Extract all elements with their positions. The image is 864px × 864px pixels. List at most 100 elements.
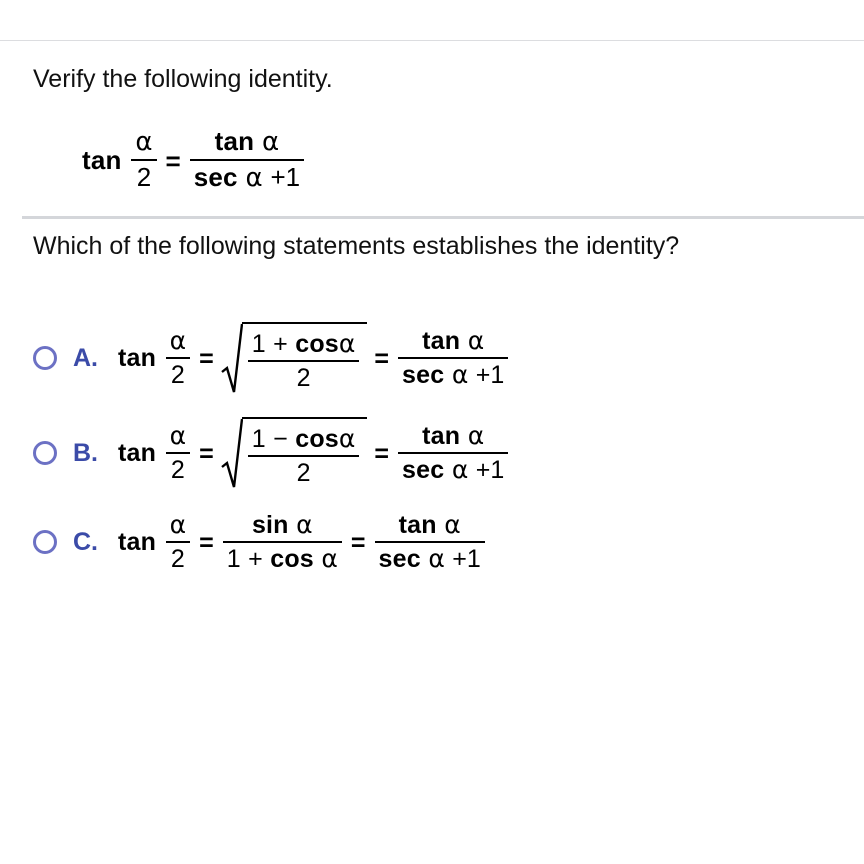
option-c-lhs-fraction: α 2 <box>165 510 191 573</box>
identity-lhs-denominator: 2 <box>136 162 152 193</box>
option-c-mid-denominator: 1 + cos α <box>223 544 342 574</box>
option-letter-c: C. <box>73 527 98 556</box>
option-b-rhs-numerator: tan α <box>418 422 488 451</box>
option-a-radicand-num-one: 1 <box>251 329 266 358</box>
option-b-lhs-function: tan <box>118 438 157 467</box>
option-b-rhs-num-function: tan <box>422 422 461 450</box>
fraction-bar <box>247 454 360 457</box>
option-b-radicand-fraction: 1− cosα 2 <box>247 423 360 487</box>
option-a-radicand: 1 + cosα 2 <box>241 322 368 394</box>
radical-icon <box>220 417 243 489</box>
option-b-lhs-fraction: α 2 <box>165 422 191 484</box>
option-b-radicand-num-sign: − <box>273 424 288 453</box>
option-a-rhs-num-argument: α <box>467 326 485 355</box>
identity-rhs-den-one: 1 <box>285 162 301 193</box>
identity-rhs-den-plus: + <box>270 162 286 193</box>
option-letter-b: B. <box>73 438 98 467</box>
option-b-rhs-den-plus: + <box>475 456 491 484</box>
option-c-mid-num-function: sin <box>251 511 289 539</box>
option-a-radicand-denominator: 2 <box>296 363 311 392</box>
option-b-radicand-numerator: 1− cosα <box>248 423 360 453</box>
fraction-bar <box>165 541 191 543</box>
identity-lhs-function: tan <box>82 144 122 175</box>
option-c-rhs-num-function: tan <box>398 511 437 539</box>
identity-lhs-numerator: α <box>135 127 153 157</box>
option-c-mid-num-argument: α <box>296 510 313 539</box>
option-a-equation: tan α 2 = 1 + cosα 2 = tan α sec α +1 <box>118 322 510 394</box>
radio-button-b[interactable] <box>33 441 57 465</box>
option-a-rhs-den-plus: + <box>475 361 491 389</box>
identity-rhs-denominator: sec α +1 <box>190 163 304 193</box>
answer-option-a[interactable]: A. tan α 2 = 1 + cosα 2 = tan α sec α +1 <box>33 322 510 394</box>
identity-lhs-fraction: α 2 <box>131 127 157 193</box>
option-c-lhs-function: tan <box>118 527 157 556</box>
option-b-rhs-den-argument: α <box>451 455 469 484</box>
answer-option-c[interactable]: C. tan α 2 = sin α 1 + cos α = tan α sec α +1 <box>33 511 487 573</box>
option-letter-a: A. <box>73 343 98 372</box>
option-b-radicand-num-argument: α <box>338 423 356 453</box>
option-c-rhs-den-function: sec <box>378 545 421 573</box>
option-a-lhs-function: tan <box>118 343 157 372</box>
option-a-rhs-denominator: sec α +1 <box>398 360 508 390</box>
fraction-bar <box>222 541 342 543</box>
option-a-rhs-den-argument: α <box>451 360 469 389</box>
option-c-equals-2: = <box>350 528 366 557</box>
instruction-text: Verify the following identity. <box>33 65 333 93</box>
identity-rhs-den-argument: α <box>245 163 263 194</box>
option-a-rhs-den-one: 1 <box>490 361 505 389</box>
option-b-rhs-den-one: 1 <box>490 456 505 484</box>
option-a-lhs-numerator: α <box>169 326 187 355</box>
option-a-radicand-fraction: 1 + cosα 2 <box>247 328 360 392</box>
fraction-bar <box>165 357 191 359</box>
option-a-radicand-numerator: 1 + cosα <box>248 328 360 358</box>
option-a-rhs-numerator: tan α <box>418 326 488 356</box>
option-b-square-root: 1− cosα 2 <box>220 417 368 489</box>
option-a-lhs-fraction: α 2 <box>165 326 191 389</box>
option-b-lhs-denominator: 2 <box>170 456 185 484</box>
option-b-rhs-fraction: tan α sec α +1 <box>398 422 509 485</box>
section-divider <box>22 216 864 219</box>
identity-rhs-num-function: tan <box>214 126 255 156</box>
option-a-lhs-denominator: 2 <box>170 361 185 389</box>
fraction-bar <box>165 452 191 454</box>
option-b-radicand-denominator: 2 <box>296 458 311 487</box>
answer-option-b[interactable]: B. tan α 2 = 1− cosα 2 = tan α sec α +1 <box>33 417 510 489</box>
option-a-equals-2: = <box>374 344 389 373</box>
identity-rhs-num-argument: α <box>262 127 280 157</box>
option-c-mid-den-sign: + <box>248 545 263 573</box>
option-a-square-root: 1 + cosα 2 <box>220 322 368 394</box>
identity-rhs-numerator: tan α <box>211 126 284 157</box>
option-b-rhs-denominator: sec α +1 <box>398 455 508 485</box>
option-c-rhs-den-plus: + <box>452 545 467 573</box>
radio-button-c[interactable] <box>33 530 57 554</box>
option-a-radicand-num-argument: α <box>338 328 356 358</box>
option-a-radicand-num-function: cos <box>295 329 339 358</box>
fraction-bar <box>131 159 157 162</box>
option-a-rhs-fraction: tan α sec α +1 <box>398 326 509 390</box>
radio-button-a[interactable] <box>33 346 57 370</box>
option-c-rhs-denominator: sec α +1 <box>375 545 485 574</box>
option-c-rhs-den-one: 1 <box>466 545 481 573</box>
top-divider <box>0 40 864 41</box>
option-c-mid-den-argument: α <box>321 544 338 573</box>
option-c-equation: tan α 2 = sin α 1 + cos α = tan α sec α +1 <box>118 511 487 573</box>
option-c-lhs-numerator: α <box>169 510 187 539</box>
option-b-radicand-num-function: cos <box>295 424 339 453</box>
option-a-equals-1: = <box>199 344 214 373</box>
fraction-bar <box>374 541 485 543</box>
option-c-mid-den-function: cos <box>270 545 314 573</box>
fraction-bar <box>247 359 360 362</box>
option-b-equals-1: = <box>199 439 214 468</box>
option-c-rhs-fraction: tan α sec α +1 <box>374 510 485 574</box>
option-a-radicand-num-sign: + <box>273 329 288 358</box>
fraction-bar <box>398 357 509 359</box>
fraction-bar <box>189 159 305 162</box>
question-text: Which of the following statements establ… <box>33 232 680 260</box>
option-a-rhs-num-function: tan <box>422 327 461 355</box>
option-b-rhs-den-function: sec <box>402 456 445 484</box>
radical-icon <box>220 322 243 394</box>
option-c-rhs-numerator: tan α <box>395 510 465 540</box>
option-c-rhs-num-argument: α <box>444 510 461 539</box>
option-b-equals-2: = <box>374 439 389 468</box>
option-a-rhs-den-function: sec <box>402 361 445 389</box>
